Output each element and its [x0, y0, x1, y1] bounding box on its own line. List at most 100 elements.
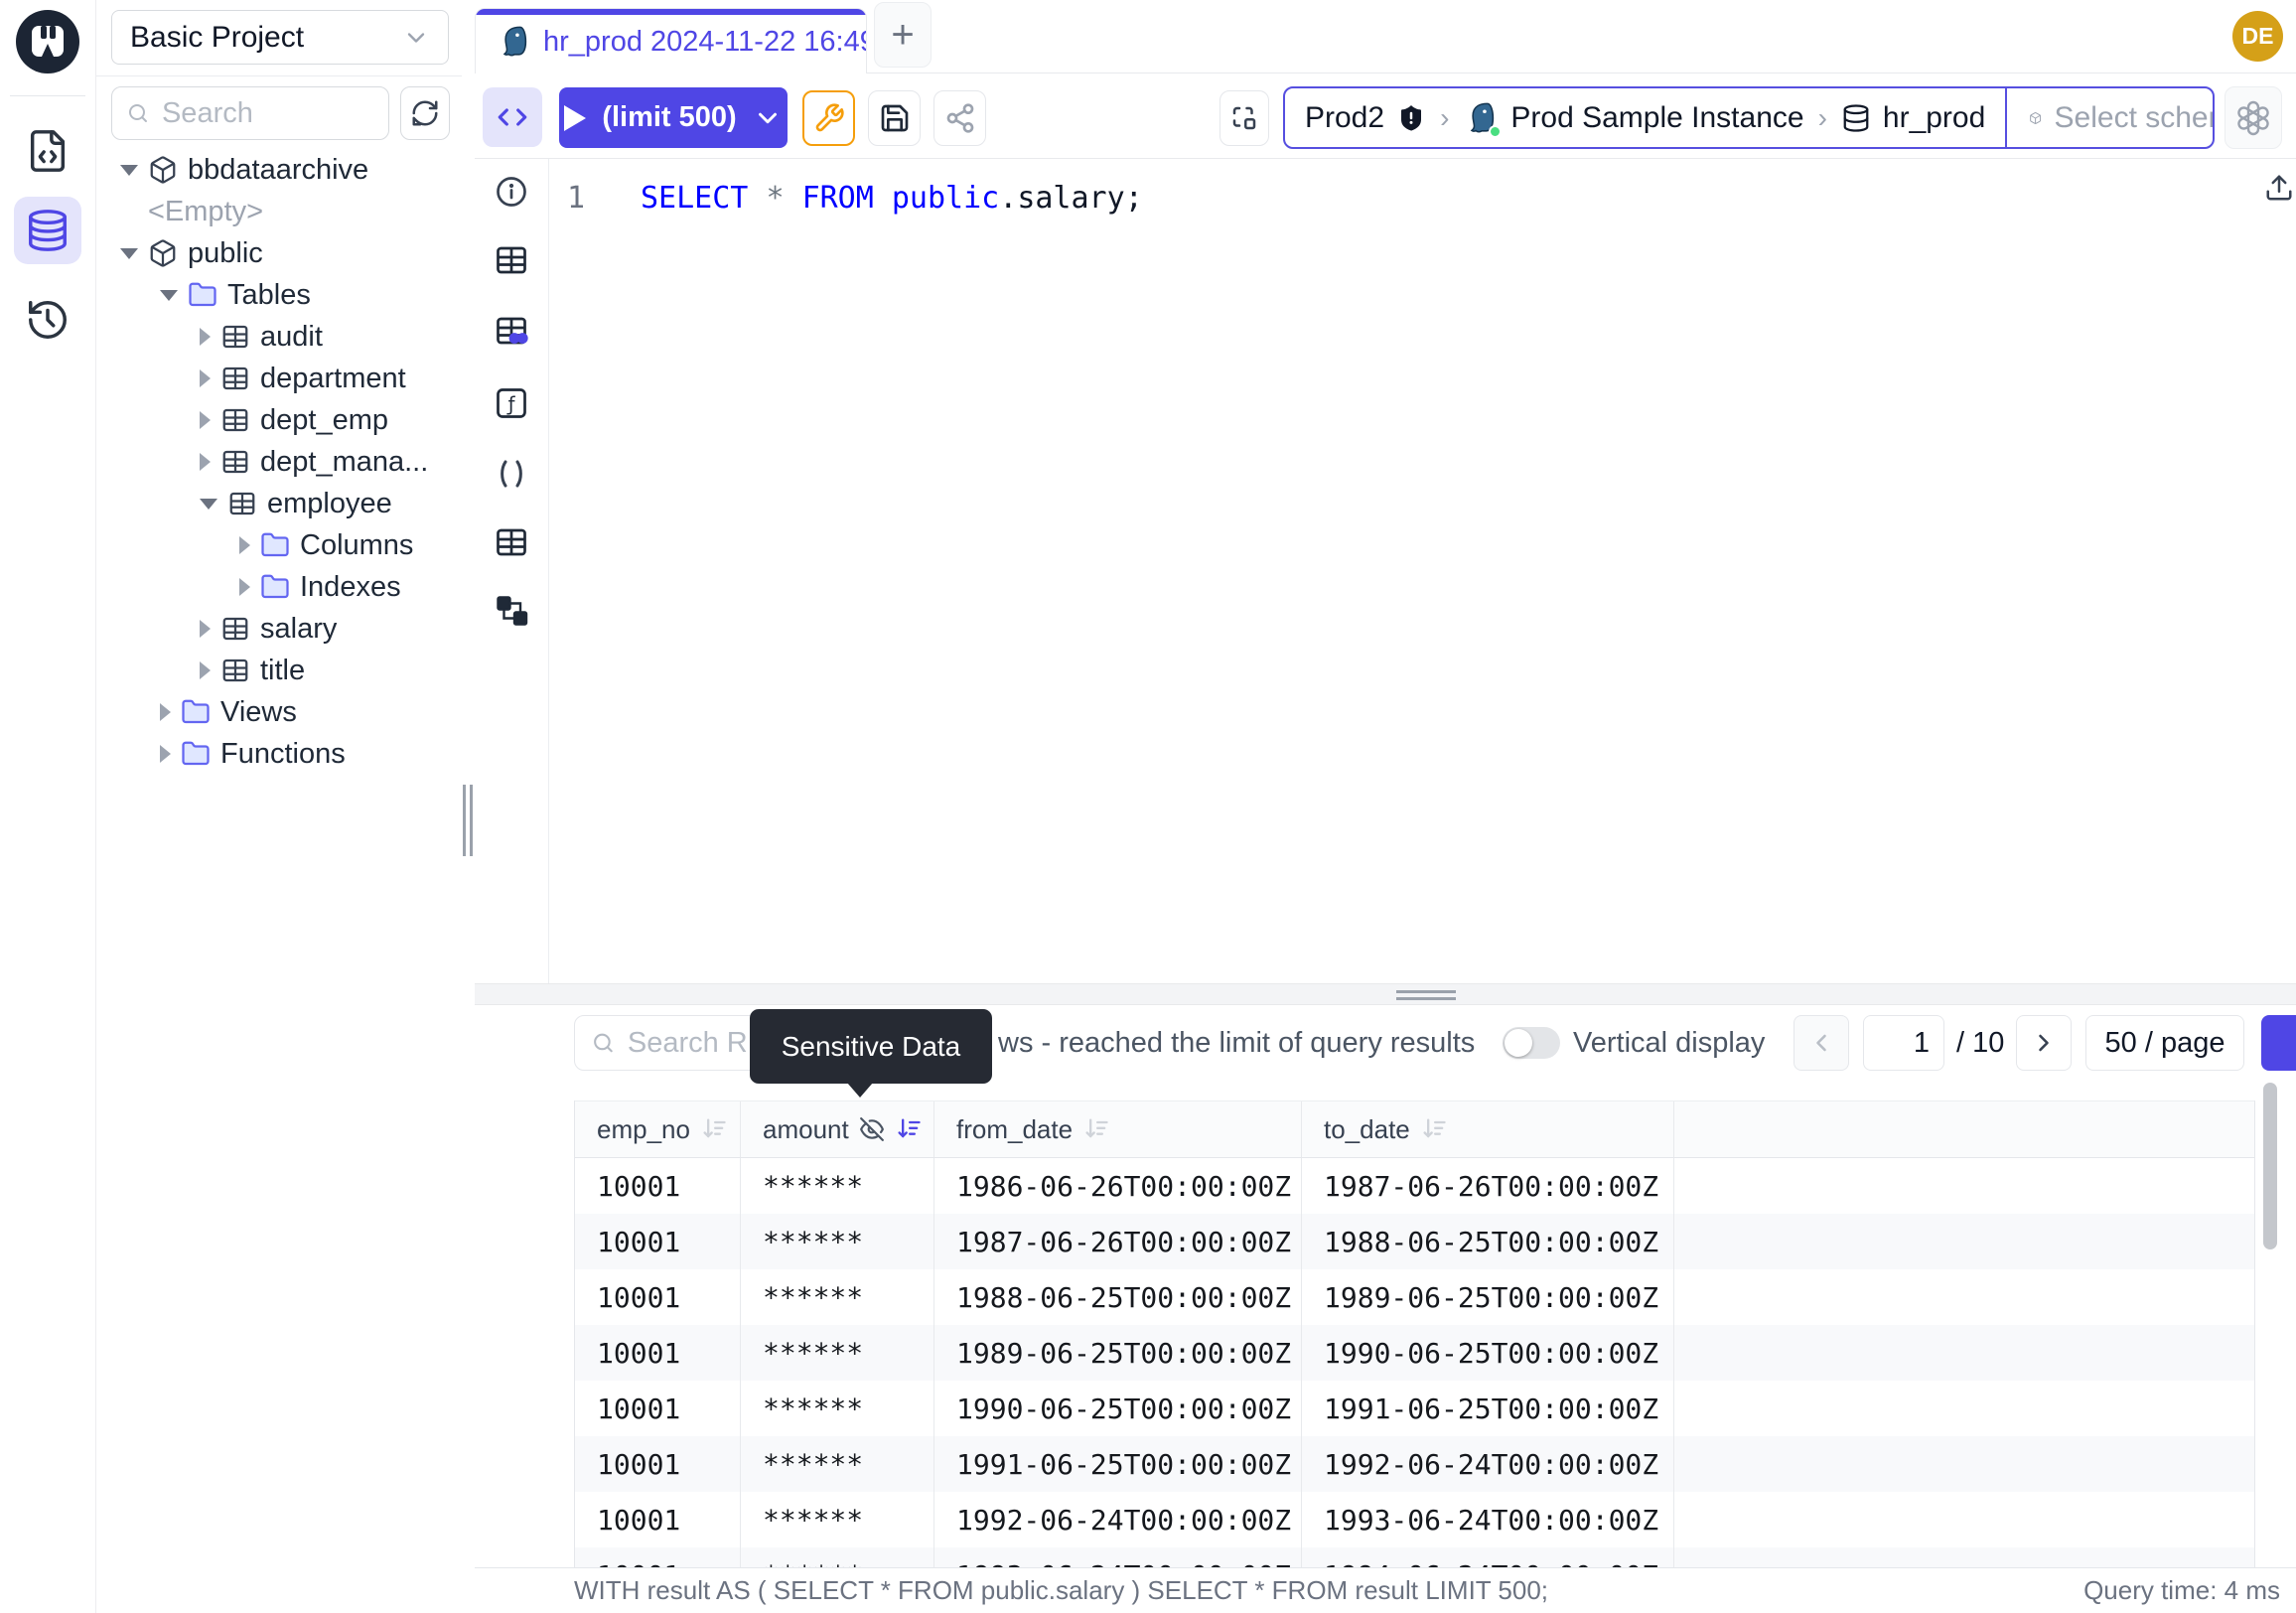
table-cell[interactable]: 1989-06-25T00:00:00Z	[934, 1325, 1302, 1381]
table-cell[interactable]: 1991-06-25T00:00:00Z	[1302, 1381, 1674, 1436]
table-cell[interactable]: 1990-06-25T00:00:00Z	[934, 1381, 1302, 1436]
tree-item-views[interactable]: Views	[96, 691, 462, 733]
tree-item-bbdataarchive[interactable]: bbdataarchive	[96, 149, 462, 191]
table-cell[interactable]: 1992-06-24T00:00:00Z	[934, 1492, 1302, 1547]
tree-item-tables[interactable]: Tables	[96, 274, 462, 316]
table-cell[interactable]	[1674, 1381, 2254, 1436]
results-scrollbar-thumb[interactable]	[2263, 1083, 2277, 1249]
panel-splitter[interactable]	[475, 983, 2296, 1005]
page-number-input[interactable]	[1863, 1015, 1944, 1071]
worksheet-tab[interactable]: hr_prod 2024-11-22 16:49	[475, 8, 867, 74]
table-cell[interactable]: 10001	[575, 1436, 741, 1492]
rail-history-button[interactable]	[14, 286, 81, 354]
table-cell[interactable]: 10001	[575, 1547, 741, 1567]
table-cell[interactable]: 10001	[575, 1492, 741, 1547]
table-cell[interactable]	[1674, 1325, 2254, 1381]
run-query-button[interactable]: (limit 500)	[559, 87, 788, 148]
masking-panel-button[interactable]	[494, 313, 529, 349]
column-header-emp-no[interactable]: emp_no	[575, 1101, 741, 1157]
tree-item-salary[interactable]: salary	[96, 608, 462, 650]
share-sheet-button[interactable]	[933, 90, 986, 146]
table-cell[interactable]: ******	[741, 1158, 934, 1214]
caret-right-icon[interactable]	[200, 453, 211, 471]
bytebase-logo[interactable]	[16, 10, 79, 73]
page-size-select[interactable]: 50 / page	[2085, 1015, 2244, 1071]
user-avatar[interactable]: DE	[2232, 11, 2283, 62]
table-cell[interactable]	[1674, 1492, 2254, 1547]
code-line[interactable]: 1 SELECT * FROM public.salary;	[549, 175, 2296, 220]
table-cell[interactable]: ******	[741, 1547, 934, 1567]
refresh-schema-button[interactable]	[400, 86, 450, 140]
tree-item-public[interactable]: public	[96, 232, 462, 274]
sort-icon[interactable]	[1420, 1115, 1448, 1143]
table-cell[interactable]	[1674, 1158, 2254, 1214]
rail-databases-button[interactable]	[14, 197, 81, 264]
table-cell[interactable]: 1988-06-25T00:00:00Z	[934, 1269, 1302, 1325]
table-cell[interactable]	[1674, 1436, 2254, 1492]
caret-down-icon[interactable]	[160, 290, 178, 301]
functions-panel-button[interactable]: ƒ	[494, 385, 529, 421]
tree-item-title[interactable]: title	[96, 650, 462, 691]
sidebar-search[interactable]	[111, 86, 389, 140]
sidebar-search-input[interactable]	[162, 97, 374, 130]
table-cell[interactable]: 1993-06-24T00:00:00Z	[1302, 1492, 1674, 1547]
schema-selector[interactable]: Select schema	[2005, 88, 2215, 147]
table-cell[interactable]: 1987-06-26T00:00:00Z	[934, 1214, 1302, 1269]
table-cell[interactable]: 1988-06-25T00:00:00Z	[1302, 1214, 1674, 1269]
caret-right-icon[interactable]	[239, 536, 250, 554]
prev-page-button[interactable]	[1794, 1015, 1849, 1071]
table-cell[interactable]	[1674, 1214, 2254, 1269]
table-cell[interactable]: 1993-06-24T00:00:00Z	[934, 1547, 1302, 1567]
table-row[interactable]: 10001******1992-06-24T00:00:00Z1993-06-2…	[575, 1492, 2254, 1547]
table-cell[interactable]: ******	[741, 1492, 934, 1547]
caret-right-icon[interactable]	[239, 578, 250, 596]
table-cell[interactable]: 10001	[575, 1214, 741, 1269]
table-cell[interactable]: ******	[741, 1436, 934, 1492]
tree-item-dept-mana[interactable]: dept_mana...	[96, 441, 462, 483]
new-tab-button[interactable]: +	[874, 2, 932, 68]
next-page-button[interactable]	[2016, 1015, 2072, 1071]
column-header-amount[interactable]: amount	[741, 1101, 934, 1157]
table-row[interactable]: 10001******1988-06-25T00:00:00Z1989-06-2…	[575, 1269, 2254, 1325]
sidebar-resize-handle[interactable]	[463, 785, 475, 856]
caret-right-icon[interactable]	[160, 745, 171, 763]
tree-item-columns[interactable]: Columns	[96, 524, 462, 566]
caret-right-icon[interactable]	[200, 369, 211, 387]
tree-item-functions[interactable]: Functions	[96, 733, 462, 775]
procedures-panel-button[interactable]	[494, 456, 529, 492]
table-row[interactable]: 10001******1991-06-25T00:00:00Z1992-06-2…	[575, 1436, 2254, 1492]
tree-item-dept-emp[interactable]: dept_emp	[96, 399, 462, 441]
table-row[interactable]: 10001******1990-06-25T00:00:00Z1991-06-2…	[575, 1381, 2254, 1436]
table-cell[interactable]: 1989-06-25T00:00:00Z	[1302, 1269, 1674, 1325]
tree-item-audit[interactable]: audit	[96, 316, 462, 358]
sort-icon[interactable]	[700, 1115, 728, 1143]
caret-down-icon[interactable]	[200, 499, 217, 510]
caret-down-icon[interactable]	[120, 248, 138, 259]
sort-icon[interactable]	[1082, 1115, 1110, 1143]
table-cell[interactable]: 10001	[575, 1381, 741, 1436]
export-button[interactable]	[2261, 1015, 2296, 1071]
table-cell[interactable]: ******	[741, 1325, 934, 1381]
table-cell[interactable]: ******	[741, 1214, 934, 1269]
table-row[interactable]: 10001******1987-06-26T00:00:00Z1988-06-2…	[575, 1214, 2254, 1269]
rail-worksheets-button[interactable]	[14, 117, 81, 185]
table-cell[interactable]: 10001	[575, 1158, 741, 1214]
table-cell[interactable]: 1994-06-24T00:00:00Z	[1302, 1547, 1674, 1567]
batch-query-button[interactable]	[1220, 90, 1269, 146]
table-cell[interactable]	[1674, 1547, 2254, 1567]
vertical-display-toggle[interactable]	[1503, 1027, 1560, 1059]
tables-panel-button[interactable]	[494, 242, 529, 278]
chevron-down-icon[interactable]	[753, 103, 783, 133]
table-cell[interactable]: 1991-06-25T00:00:00Z	[934, 1436, 1302, 1492]
tree-item-empty[interactable]: <Empty>	[96, 191, 462, 232]
format-sql-button[interactable]	[802, 90, 855, 146]
table-cell[interactable]: 10001	[575, 1325, 741, 1381]
sql-code[interactable]: SELECT * FROM public.salary;	[611, 181, 1143, 216]
caret-right-icon[interactable]	[200, 661, 211, 679]
table-row[interactable]: 10001******1989-06-25T00:00:00Z1990-06-2…	[575, 1325, 2254, 1381]
splitter-handle[interactable]	[1396, 990, 1456, 1004]
column-header-to-date[interactable]: to_date	[1302, 1101, 1674, 1157]
caret-down-icon[interactable]	[120, 165, 138, 176]
project-selector[interactable]: Basic Project	[111, 10, 449, 65]
caret-right-icon[interactable]	[200, 620, 211, 638]
